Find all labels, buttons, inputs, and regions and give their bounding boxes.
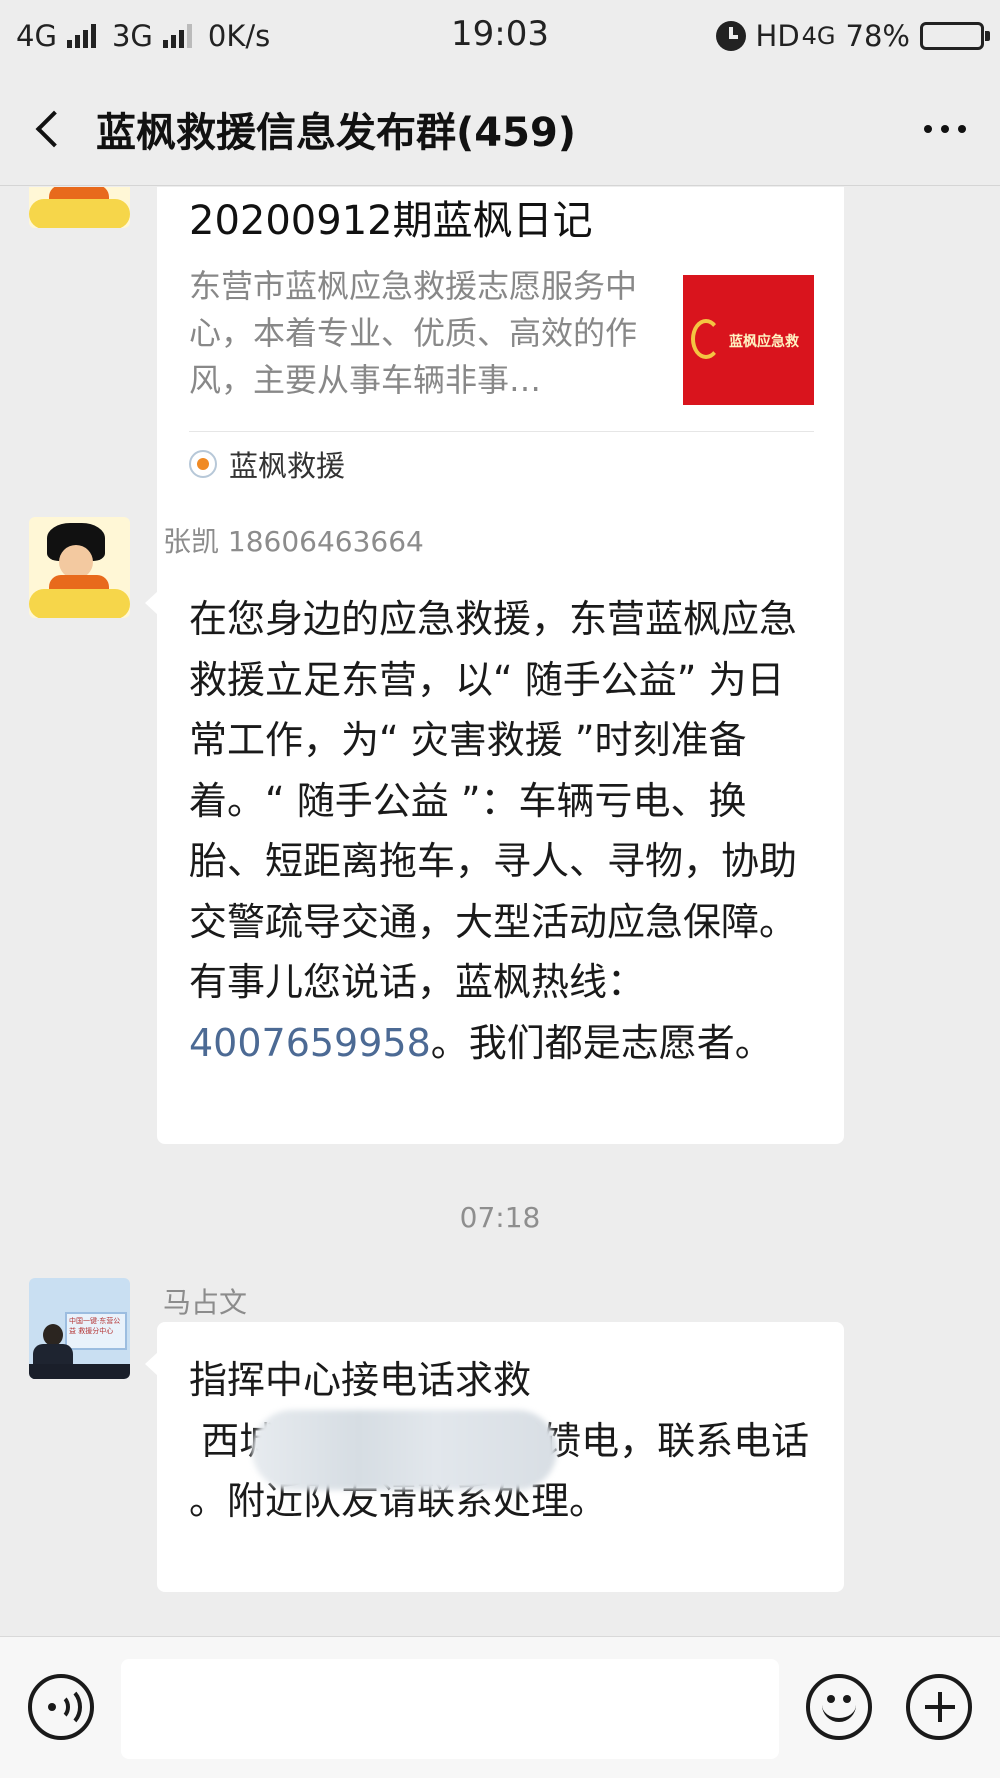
network-type-label: 4G bbox=[16, 19, 57, 53]
avatar[interactable]: 中国一键·东营公益 救援分中心 bbox=[29, 1278, 130, 1379]
card-source-name: 蓝枫救援 bbox=[229, 449, 346, 483]
source-logo-icon bbox=[189, 450, 217, 478]
avatar[interactable] bbox=[29, 187, 130, 228]
signal-icon bbox=[66, 24, 96, 48]
message-line: 指挥中心接电话求救 bbox=[189, 1358, 532, 1402]
message-text: 在您身边的应急救援，东营蓝枫应急救援立足东营，以“ 随手公益” 为日常工作，为“… bbox=[189, 597, 798, 1004]
emoji-eye bbox=[843, 1695, 851, 1703]
hd-label: HD bbox=[755, 19, 800, 53]
alarm-clock-icon bbox=[715, 21, 746, 51]
more-button[interactable] bbox=[890, 72, 1000, 185]
message-bubble[interactable]: 在您身边的应急救援，东营蓝枫应急救援立足东营，以“ 随手公益” 为日常工作，为“… bbox=[145, 561, 844, 1144]
avatar-banner-text: 中国一键·东营公益 救援分中心 bbox=[69, 1317, 121, 1335]
status-left: 4G 3G 0K/s bbox=[16, 19, 270, 53]
network-type-label-2: 3G bbox=[111, 19, 153, 53]
card-source: 蓝枫救援 bbox=[189, 432, 814, 496]
avatar[interactable] bbox=[29, 517, 130, 618]
emoji-icon bbox=[827, 1695, 835, 1703]
card-thumbnail: 蓝枫应急救 bbox=[683, 275, 814, 405]
chat-header: 蓝枫救援信息发布群(459) bbox=[0, 72, 1000, 186]
chat-title: 蓝枫救援信息发布群(459) bbox=[96, 109, 577, 156]
message-text-end: 。我们都是志愿者。 bbox=[430, 1020, 773, 1065]
network-speed: 0K/s bbox=[207, 19, 271, 53]
card-title: 20200912期蓝枫日记 bbox=[189, 198, 593, 244]
input-bar bbox=[0, 1636, 1000, 1778]
thumbnail-text: 蓝枫应急救 bbox=[729, 334, 799, 350]
avatar-face bbox=[59, 545, 93, 579]
phone-link[interactable]: 4007659958 bbox=[189, 1021, 431, 1065]
emoji-button[interactable] bbox=[806, 1674, 872, 1740]
avatar-desk bbox=[29, 1364, 130, 1379]
back-button[interactable] bbox=[0, 72, 96, 185]
more-dots-icon bbox=[924, 124, 932, 133]
lanfeng-logo-icon bbox=[691, 319, 721, 359]
status-bar: 4G 3G 0K/s 19:03 HD 4G 78% bbox=[0, 0, 1000, 72]
status-right: HD 4G 78% bbox=[715, 19, 990, 53]
card-description: 东营市蓝枫应急救援志愿服务中心，本着专业、优质、高效的作风，主要从事车辆非事… bbox=[189, 267, 638, 399]
avatar-banner: 中国一键·东营公益 救援分中心 bbox=[65, 1312, 127, 1350]
chevron-left-icon bbox=[35, 110, 73, 147]
avatar-person-head bbox=[43, 1324, 63, 1346]
sender-name: 张凯 18606463664 bbox=[163, 525, 424, 558]
more-dot bbox=[941, 124, 949, 133]
battery-percent: 78% bbox=[845, 19, 910, 53]
redacted-phone-blur bbox=[252, 1410, 557, 1490]
more-dot bbox=[958, 124, 966, 133]
emoji-mouth bbox=[822, 1704, 856, 1722]
chat-area[interactable]: 20200912期蓝枫日记 东营市蓝枫应急救援志愿服务中心，本着专业、优质、高效… bbox=[0, 187, 1000, 1635]
voice-input-button[interactable] bbox=[28, 1674, 94, 1740]
battery-icon bbox=[920, 22, 990, 50]
voice-wave-outer bbox=[46, 1686, 82, 1728]
message-input[interactable] bbox=[121, 1659, 779, 1759]
plus-button[interactable] bbox=[906, 1674, 972, 1740]
sender-name: 马占文 bbox=[163, 1286, 248, 1319]
avatar-cloud bbox=[29, 589, 130, 618]
timestamp: 07:18 bbox=[459, 1201, 541, 1234]
network-type-label-3: 4G bbox=[801, 22, 836, 50]
signal-icon-2 bbox=[162, 24, 192, 48]
card-body: 东营市蓝枫应急救援志愿服务中心，本着专业、优质、高效的作风，主要从事车辆非事… … bbox=[189, 263, 814, 405]
avatar-cloud bbox=[29, 199, 130, 228]
message-bubble[interactable]: 指挥中心接电话求救 西城北一路盛世龙城馈电，联系电话 。附近队友请联系处理。 bbox=[145, 1322, 844, 1592]
